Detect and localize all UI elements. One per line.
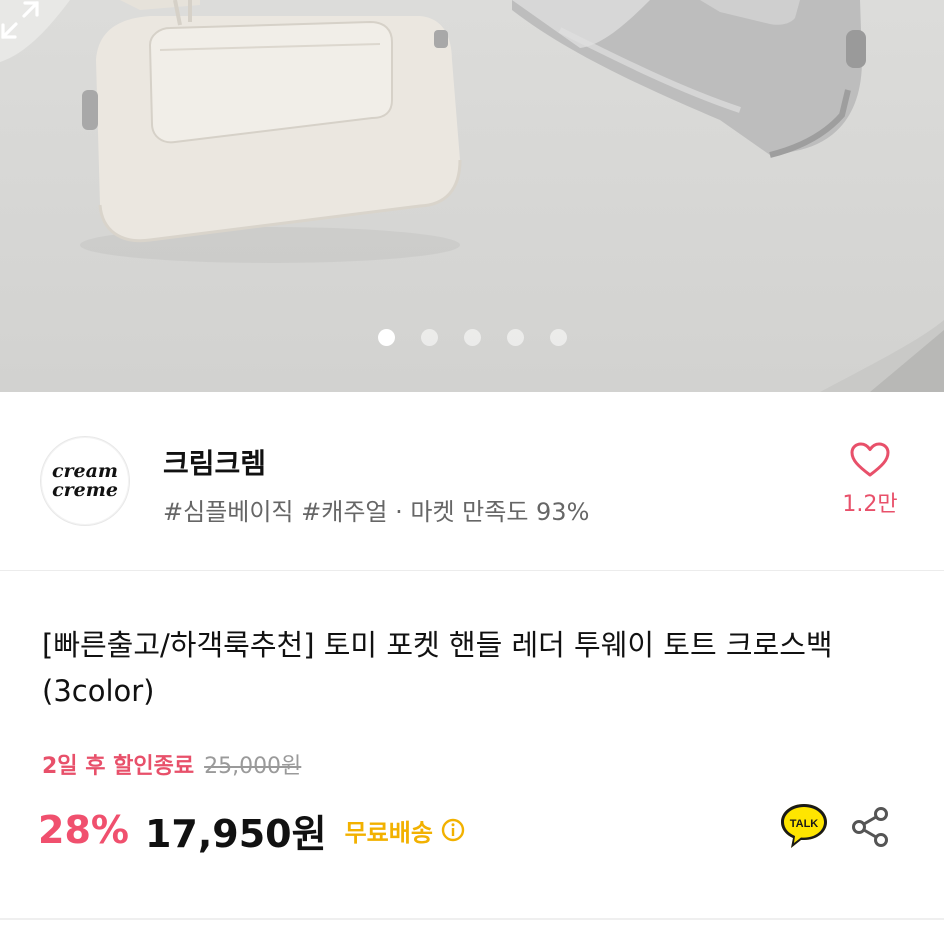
section-divider	[0, 918, 944, 920]
talk-label: TALK	[790, 818, 819, 830]
carousel-dot[interactable]	[421, 329, 438, 346]
seller-tags: #심플베이직 #캐주얼 · 마켓 만족도 93%	[163, 498, 590, 526]
seller-name[interactable]: 크림크렘	[163, 442, 266, 482]
expand-icon[interactable]	[0, 0, 40, 40]
logo-line: creme	[52, 479, 118, 501]
kakao-talk-icon[interactable]: TALK	[778, 800, 830, 852]
discount-end-label: 2일 후 할인종료	[42, 754, 195, 779]
carousel-dot[interactable]	[378, 329, 395, 346]
like-button[interactable]: 1.2만	[832, 442, 908, 518]
original-price: 25,000원	[204, 754, 302, 779]
seller-section: cream creme 크림크렘 #심플베이직 #캐주얼 · 마켓 만족도 93…	[0, 392, 944, 571]
carousel-dot[interactable]	[507, 329, 524, 346]
free-shipping-label: 무료배송	[344, 818, 433, 847]
info-icon[interactable]	[441, 818, 465, 842]
heart-icon	[850, 442, 890, 477]
sale-price: 17,950원	[144, 811, 327, 856]
share-icon[interactable]	[850, 806, 890, 848]
discount-rate: 28%	[38, 808, 129, 852]
carousel-dot[interactable]	[464, 329, 481, 346]
like-count: 1.2만	[842, 492, 898, 517]
discount-info: 2일 후 할인종료 25,000원	[42, 748, 301, 780]
product-title: [빠른출고/하객룩추천] 토미 포켓 핸들 레더 투웨이 토트 크로스백(3co…	[42, 628, 833, 708]
price-row: 28% 17,950원 무료배송	[38, 800, 465, 860]
carousel-dot[interactable]	[550, 329, 567, 346]
carousel-indicator[interactable]	[378, 329, 593, 346]
seller-logo[interactable]: cream creme	[40, 436, 130, 526]
product-image-carousel[interactable]	[0, 0, 944, 392]
